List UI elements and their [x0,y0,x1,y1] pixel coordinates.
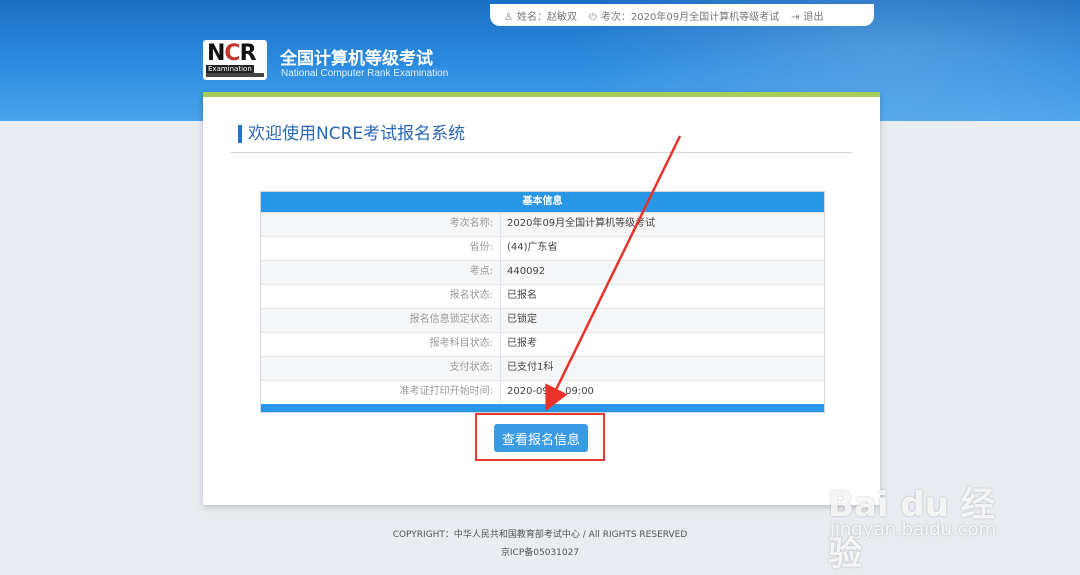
row-label: 考次名称: [261,213,501,236]
row-value: 已锁定 [507,314,537,325]
page-title: 欢迎使用NCRE考试报名系统 [238,125,465,143]
ncre-logo: NCR Examination [203,40,267,80]
table-header: 基本信息 [261,192,824,212]
user-icon: ♙ [504,11,513,23]
site-subtitle: National Computer Rank Examination [281,68,449,79]
logo-mark: NCR [207,41,257,66]
site-title: 全国计算机等级考试 [280,49,433,69]
row-value: (44)广东省 [507,242,558,253]
row-label: 报考科目状态: [261,333,501,356]
table-row: 支付状态: 已支付1科 [261,356,824,380]
row-label: 支付状态: [261,357,501,380]
row-label: 省份: [261,237,501,260]
row-label: 报名状态: [261,285,501,308]
logout-icon: ⇥ [791,11,800,23]
exam-session: ⏻ 考次：2020年09月全国计算机等级考试 [589,8,779,23]
main-card: 欢迎使用NCRE考试报名系统 基本信息 考次名称: 2020年09月全国计算机等级… [203,92,880,505]
logout-text: 退出 [803,11,824,23]
table-row: 报名状态: 已报名 [261,284,824,308]
row-label: 报名信息锁定状态: [261,309,501,332]
table-row: 省份: (44)广东省 [261,236,824,260]
row-label: 考点: [261,261,501,284]
title-divider [231,152,852,153]
logo-bar [206,73,264,77]
row-value: 2020-09-... 09:00 [507,386,594,397]
row-label: 准考证打印开始时间: [261,381,501,404]
table-row: 考次名称: 2020年09月全国计算机等级考试 [261,212,824,236]
row-value: 440092 [507,266,546,277]
user-name-text: 姓名：赵敏双 [516,11,577,23]
table-row: 准考证打印开始时间: 2020-09-... 09:00 [261,380,824,404]
user-name: ♙ 姓名：赵敏双 [504,8,577,23]
row-value: 已报考 [507,338,537,349]
user-topbar: ♙ 姓名：赵敏双 ⏻ 考次：2020年09月全国计算机等级考试 ⇥ 退出 [490,4,874,26]
baidu-watermark: Bai du 经验 jingyan.baidu.com [828,465,1028,574]
row-value: 已支付1科 [507,362,554,373]
row-value: 已报名 [507,290,537,301]
row-value: 2020年09月全国计算机等级考试 [507,218,656,229]
watermark-sub: jingyan.baidu.com [830,519,997,540]
table-row: 报名信息锁定状态: 已锁定 [261,308,824,332]
logo-exam-text: Examination [206,65,254,73]
exam-icon: ⏻ [588,11,597,23]
view-registration-button[interactable]: 查看报名信息 [494,424,588,452]
table-row: 考点: 440092 [261,260,824,284]
basic-info-table: 基本信息 考次名称: 2020年09月全国计算机等级考试 省份: (44)广东省 考… [260,191,825,413]
button-highlight-box: 查看报名信息 [475,413,605,461]
exam-session-text: 考次：2020年09月全国计算机等级考试 [600,11,780,23]
table-footer-bar [261,404,824,412]
table-row: 报考科目状态: 已报考 [261,332,824,356]
logout-link[interactable]: ⇥ 退出 [791,8,823,23]
